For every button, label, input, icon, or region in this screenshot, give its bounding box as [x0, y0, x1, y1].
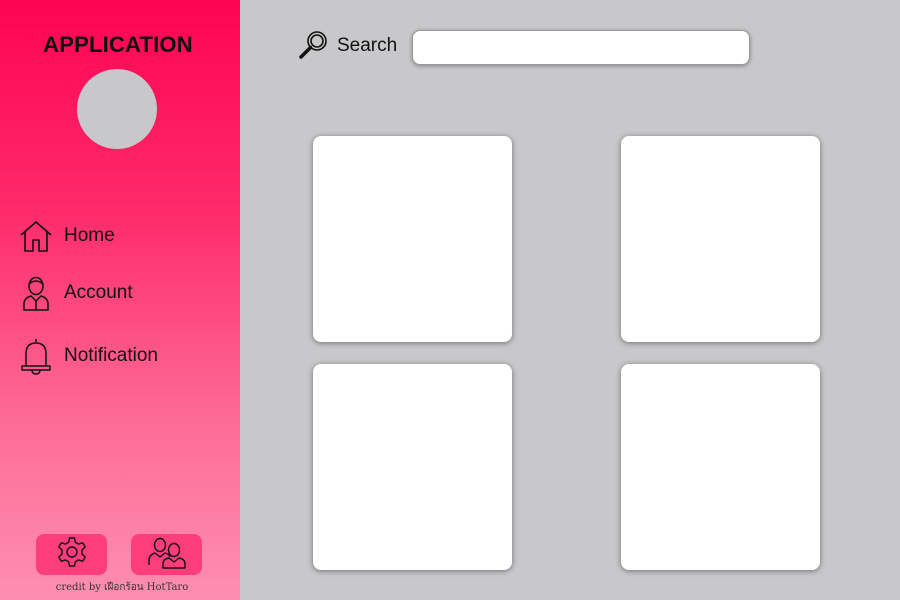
user-icon	[18, 273, 54, 313]
credit-text: credit by เฝือกร้อน HotTaro	[55, 582, 189, 593]
users-icon	[147, 535, 187, 574]
sidebar-item-label: Account	[64, 282, 133, 303]
sidebar-item-home[interactable]: Home	[18, 216, 228, 256]
content-card[interactable]	[313, 364, 512, 570]
content-card[interactable]	[621, 364, 820, 570]
bell-icon	[18, 336, 54, 376]
sidebar-item-notification[interactable]: Notification	[18, 336, 228, 376]
content-card[interactable]	[621, 136, 820, 342]
content-card[interactable]	[313, 136, 512, 342]
sidebar: APPLICATION Home Account Notification cr…	[0, 0, 240, 600]
users-button[interactable]	[131, 534, 202, 575]
app-title: APPLICATION	[43, 32, 193, 57]
avatar[interactable]	[77, 69, 157, 149]
sidebar-item-label: Notification	[64, 345, 158, 366]
sidebar-item-label: Home	[64, 225, 115, 246]
home-icon	[18, 216, 54, 256]
search-icon[interactable]	[298, 29, 330, 61]
sidebar-item-account[interactable]: Account	[18, 273, 228, 313]
gear-icon	[55, 535, 89, 574]
search-label: Search	[337, 35, 398, 56]
search-input[interactable]	[412, 30, 750, 65]
settings-button[interactable]	[36, 534, 107, 575]
